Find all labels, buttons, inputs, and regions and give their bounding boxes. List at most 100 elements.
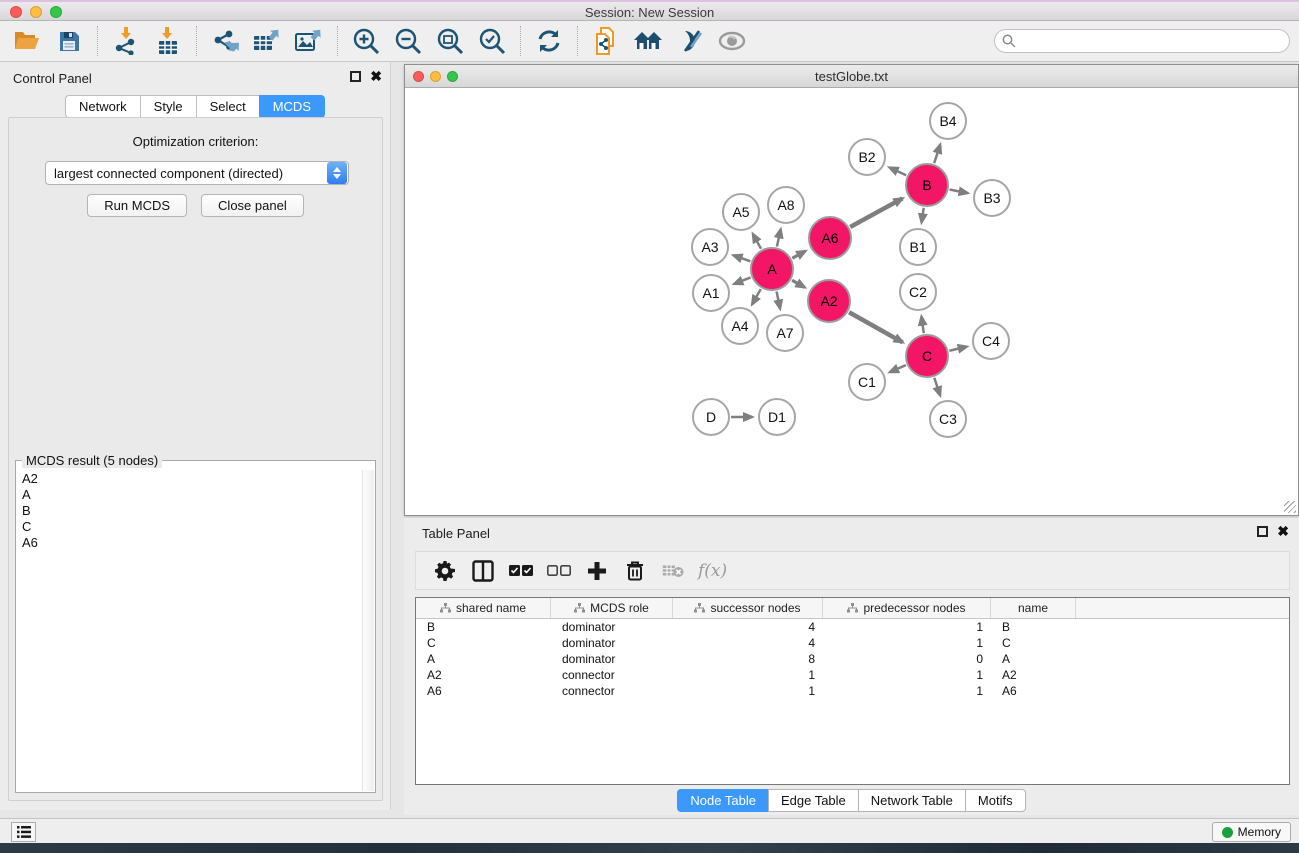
result-scrollbar[interactable] <box>362 470 374 791</box>
table-row[interactable]: Adominator80A <box>416 651 1289 667</box>
tab-network[interactable]: Network <box>65 95 140 118</box>
delete-column-icon[interactable] <box>620 558 650 584</box>
graph-node-B2[interactable]: B2 <box>848 138 886 176</box>
graph-node-B1[interactable]: B1 <box>899 228 937 266</box>
graph-node-A6[interactable]: A6 <box>808 216 852 260</box>
edge-A6-B[interactable] <box>850 198 902 227</box>
graph-node-A7[interactable]: A7 <box>766 314 804 352</box>
graph-node-C[interactable]: C <box>905 334 949 378</box>
graph-node-A5[interactable]: A5 <box>722 193 760 231</box>
edge-C-C1[interactable] <box>890 365 906 372</box>
delete-table-icon[interactable] <box>658 558 688 584</box>
result-item[interactable]: C <box>18 519 361 535</box>
search-input[interactable] <box>1020 34 1289 48</box>
column-header-successor-nodes[interactable]: successor nodes <box>673 598 823 618</box>
result-item[interactable]: A <box>18 487 361 503</box>
graph-node-D1[interactable]: D1 <box>758 398 796 436</box>
edge-A2-C[interactable] <box>849 312 903 342</box>
zoom-selected-icon[interactable] <box>476 25 508 57</box>
edge-A-A5[interactable] <box>753 234 761 249</box>
edge-C-C4[interactable] <box>949 347 966 351</box>
tab-select[interactable]: Select <box>196 95 259 118</box>
tab-node-table[interactable]: Node Table <box>677 789 768 812</box>
edge-A-A6[interactable] <box>792 251 805 258</box>
graph-node-C1[interactable]: C1 <box>848 363 886 401</box>
graph-node-C3[interactable]: C3 <box>929 400 967 438</box>
table-row[interactable]: A2connector11A2 <box>416 667 1289 683</box>
edge-B-B4[interactable] <box>934 145 940 163</box>
refresh-icon[interactable] <box>533 25 565 57</box>
column-header-predecessor-nodes[interactable]: predecessor nodes <box>823 598 991 618</box>
table-row[interactable]: Cdominator41C <box>416 635 1289 651</box>
graph-node-A4[interactable]: A4 <box>721 307 759 345</box>
edge-C-C2[interactable] <box>921 317 923 333</box>
import-table-icon[interactable] <box>152 25 184 57</box>
tab-edge-table[interactable]: Edge Table <box>768 789 858 812</box>
home-icon[interactable] <box>632 25 664 57</box>
edge-B-B3[interactable] <box>950 190 968 194</box>
deselect-all-rows-icon[interactable] <box>544 558 574 584</box>
show-graphics-details-icon[interactable] <box>716 25 748 57</box>
edge-A-A7[interactable] <box>777 292 780 309</box>
float-table-panel-icon[interactable] <box>1257 526 1268 537</box>
network-canvas[interactable]: A A6 A2 B C A5A8 A3 A1A4A7 B2 B4 B3 B1 C2 C4 C1 C3 D D1 <box>405 88 1298 515</box>
result-item[interactable]: A2 <box>18 471 361 487</box>
graph-node-A1[interactable]: A1 <box>692 274 730 312</box>
table-settings-gear-icon[interactable] <box>430 558 460 584</box>
graph-node-A[interactable]: A <box>750 247 794 291</box>
graph-node-A8[interactable]: A8 <box>767 186 805 224</box>
task-history-button[interactable] <box>11 822 36 842</box>
import-network-icon[interactable] <box>110 25 142 57</box>
zoom-in-icon[interactable] <box>350 25 382 57</box>
memory-button[interactable]: Memory <box>1212 822 1291 842</box>
tab-style[interactable]: Style <box>140 95 196 118</box>
edge-A-A2[interactable] <box>792 280 805 287</box>
graph-node-B[interactable]: B <box>905 163 949 207</box>
export-network-icon[interactable] <box>209 25 241 57</box>
show-columns-icon[interactable] <box>468 558 498 584</box>
run-mcds-button[interactable]: Run MCDS <box>87 194 187 217</box>
graph-node-A2[interactable]: A2 <box>807 279 851 323</box>
table-row[interactable]: A6connector11A6 <box>416 683 1289 699</box>
result-item[interactable]: B <box>18 503 361 519</box>
column-header-shared-name[interactable]: shared name <box>416 598 551 618</box>
float-panel-icon[interactable] <box>350 71 361 82</box>
edge-A-A1[interactable] <box>734 277 750 283</box>
zoom-out-icon[interactable] <box>392 25 424 57</box>
duplicate-network-icon[interactable] <box>590 25 622 57</box>
graph-node-A3[interactable]: A3 <box>691 228 729 266</box>
edge-C-C3[interactable] <box>934 378 940 395</box>
select-all-rows-icon[interactable] <box>506 558 536 584</box>
edge-A-A8[interactable] <box>777 229 781 246</box>
edge-A-A4[interactable] <box>752 289 761 304</box>
graph-node-D[interactable]: D <box>692 398 730 436</box>
close-table-panel-icon[interactable]: ✖ <box>1277 526 1289 537</box>
tab-motifs[interactable]: Motifs <box>965 789 1026 812</box>
zoom-fit-icon[interactable] <box>434 25 466 57</box>
column-header-MCDS-role[interactable]: MCDS role <box>551 598 673 618</box>
search-field[interactable] <box>994 29 1290 53</box>
add-column-icon[interactable] <box>582 558 612 584</box>
close-panel-button[interactable]: Close panel <box>201 194 304 217</box>
export-table-icon[interactable] <box>251 25 283 57</box>
table-row[interactable]: Bdominator41B <box>416 619 1289 635</box>
edge-A-A3[interactable] <box>734 255 751 261</box>
result-item[interactable]: A6 <box>18 535 361 551</box>
edge-B-B1[interactable] <box>922 208 924 222</box>
graph-node-B4[interactable]: B4 <box>929 102 967 140</box>
export-image-icon[interactable] <box>293 25 325 57</box>
graph-node-B3[interactable]: B3 <box>973 179 1011 217</box>
open-session-icon[interactable] <box>11 25 43 57</box>
graph-node-C4[interactable]: C4 <box>972 322 1010 360</box>
column-header-name[interactable]: name <box>991 598 1076 618</box>
network-window-titlebar[interactable]: testGlobe.txt <box>405 65 1298 88</box>
tab-mcds[interactable]: MCDS <box>259 95 325 118</box>
close-panel-icon[interactable]: ✖ <box>370 71 382 82</box>
hide-panels-icon[interactable] <box>674 25 706 57</box>
criterion-dropdown[interactable]: largest connected component (directed) <box>45 161 349 185</box>
edge-B-B2[interactable] <box>890 168 907 176</box>
graph-node-C2[interactable]: C2 <box>899 273 937 311</box>
function-builder-button[interactable]: f(x) <box>698 561 727 581</box>
tab-network-table[interactable]: Network Table <box>858 789 965 812</box>
save-session-icon[interactable] <box>53 25 85 57</box>
